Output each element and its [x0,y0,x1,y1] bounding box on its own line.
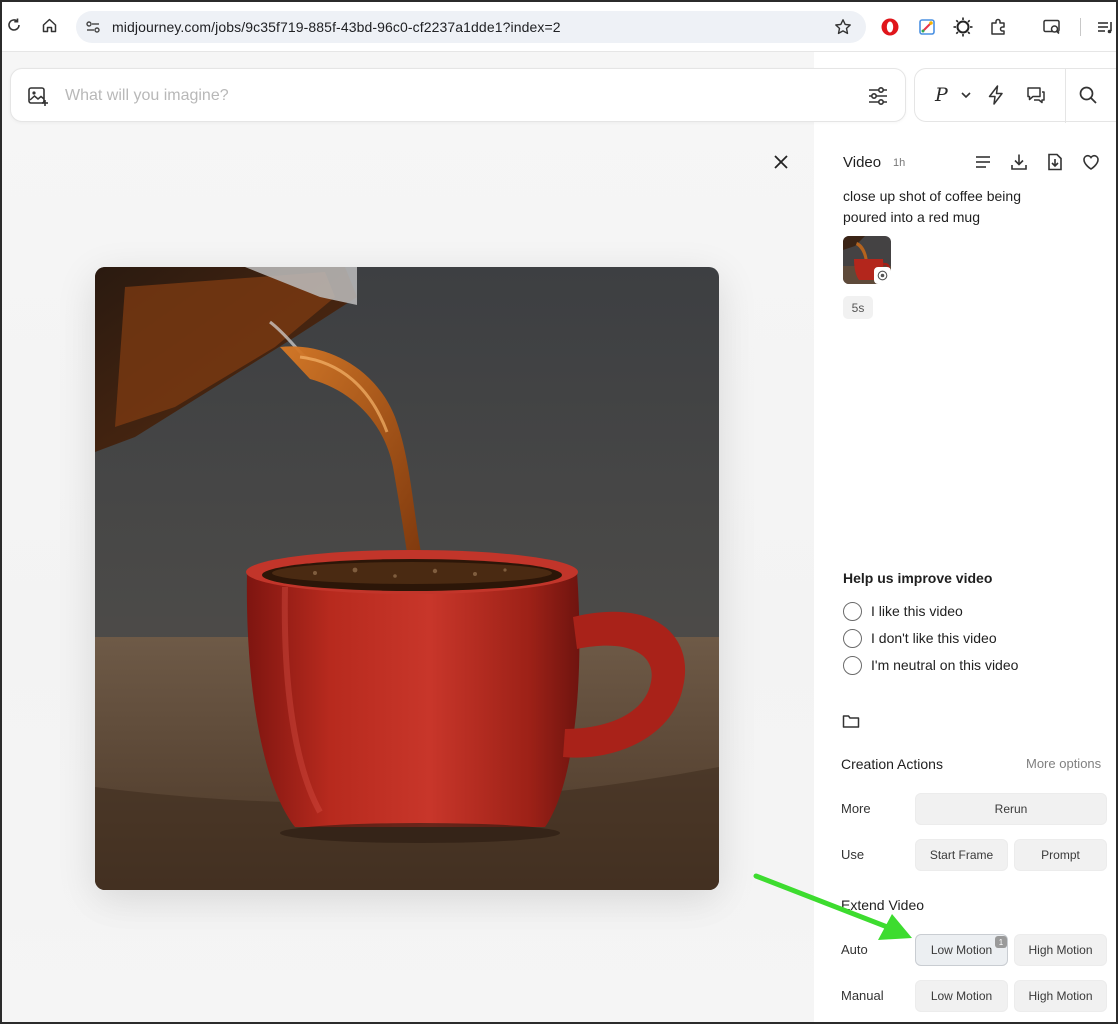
rerun-button[interactable]: Rerun [915,793,1107,825]
heart-icon[interactable] [1081,152,1101,172]
queue-count-badge: 1 [995,936,1007,948]
auto-high-motion-button[interactable]: High Motion [1014,934,1107,966]
feedback-option-like[interactable]: I like this video [843,600,963,622]
personalize-toggle[interactable]: P [935,84,948,106]
toolbar-separator [1080,18,1081,36]
chat-icon[interactable] [1025,84,1047,106]
feedback-option-label: I like this video [871,603,963,619]
bolt-icon[interactable] [985,84,1007,106]
radio-button[interactable] [843,655,862,675]
playlist-icon[interactable] [1096,17,1116,37]
save-icon[interactable] [1045,152,1065,172]
more-row-label: More [841,801,871,816]
search-icon[interactable] [1077,84,1099,106]
video-source-icon [874,267,891,284]
sun-icon[interactable] [953,17,973,37]
feedback-option-label: I'm neutral on this video [871,657,1019,673]
toolbar-divider [1065,69,1066,123]
sliders-icon[interactable] [867,85,889,107]
feedback-option-dislike[interactable]: I don't like this video [843,627,997,649]
url-text[interactable]: midjourney.com/jobs/9c35f719-885f-43bd-9… [112,19,561,35]
creation-actions-title: Creation Actions [841,756,943,772]
detail-age: 1h [893,157,906,169]
screen-search-icon[interactable] [1042,17,1062,37]
feedback-option-label: I don't like this video [871,630,997,646]
annotation-arrow [740,862,920,952]
use-row-label: Use [841,847,865,862]
reload-icon[interactable] [3,14,25,36]
more-options-link[interactable]: More options [1026,756,1101,771]
prompt-bar[interactable]: What will you imagine? [10,68,906,122]
detail-title: Video [843,154,882,171]
site-settings-icon[interactable] [84,18,102,36]
duration-chip: 5s [843,296,873,319]
download-icon[interactable] [1009,152,1029,172]
manual-high-motion-button[interactable]: High Motion [1014,980,1107,1012]
puzzle-icon[interactable] [989,17,1009,37]
start-frame-button[interactable]: Start Frame [915,839,1008,871]
folder-icon[interactable] [842,713,860,729]
radio-button[interactable] [843,601,862,621]
color-picker-icon[interactable] [917,17,937,37]
feedback-option-neutral[interactable]: I'm neutral on this video [843,654,1018,676]
prompt-input[interactable]: What will you imagine? [65,87,229,105]
image-add-icon[interactable] [27,85,49,107]
prompt-text[interactable]: close up shot of coffee being poured int… [843,186,1063,228]
browser-toolbar: midjourney.com/jobs/9c35f719-885f-43bd-9… [0,0,1118,52]
tool-bar: P [914,68,1118,123]
home-icon[interactable] [38,14,60,36]
feedback-title: Help us improve video [843,570,993,586]
manual-low-motion-button[interactable]: Low Motion [915,980,1008,1012]
manual-row-label: Manual [841,988,884,1003]
radio-button[interactable] [843,628,862,648]
address-bar[interactable]: midjourney.com/jobs/9c35f719-885f-43bd-9… [76,11,866,43]
close-icon[interactable] [770,151,792,173]
opera-icon[interactable] [880,17,900,37]
chevron-down-icon[interactable] [959,88,973,102]
generated-video-frame[interactable] [95,267,719,890]
list-icon[interactable] [973,152,993,172]
star-icon[interactable] [834,18,852,36]
prompt-button[interactable]: Prompt [1014,839,1107,871]
